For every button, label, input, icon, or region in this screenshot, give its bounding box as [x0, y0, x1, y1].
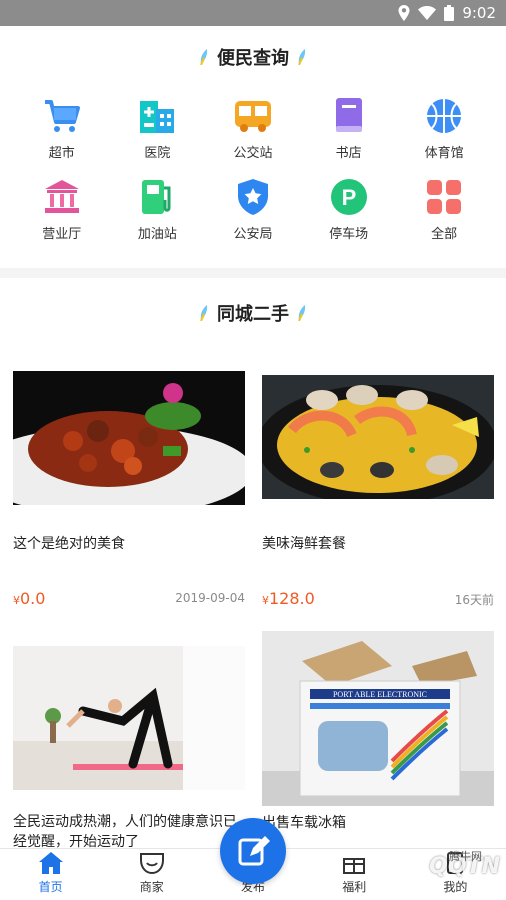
- convenience-title-text: 便民查询: [217, 48, 289, 69]
- parking-icon: P: [329, 177, 369, 217]
- product-card[interactable]: 这个是绝对的美食 ¥0.0 2019-09-04: [13, 371, 245, 608]
- home-icon: [38, 852, 63, 874]
- secondhand-title: 同城二手: [0, 300, 506, 326]
- tab-merchant[interactable]: 商家: [101, 849, 202, 900]
- price-value: 0.0: [20, 589, 46, 608]
- price-value: 128.0: [269, 589, 315, 608]
- product-price: ¥128.0: [262, 589, 315, 608]
- shop-icon: [139, 853, 164, 875]
- bank-icon: [42, 177, 82, 217]
- grid-icon: [424, 177, 464, 217]
- product-card[interactable]: 全民运动成热潮，人们的健康意识已经觉醒，开始运动了: [13, 646, 245, 848]
- basketball-icon: [424, 96, 464, 136]
- grid-item-label: 体育馆: [424, 146, 464, 161]
- book-icon: [329, 96, 369, 136]
- grid-item-label: 公交站: [233, 146, 273, 161]
- grid-item-bus-stop[interactable]: 公交站: [205, 96, 301, 161]
- tab-welfare[interactable]: 福利: [304, 849, 405, 900]
- product-price: ¥0.0: [13, 589, 45, 608]
- grid-item-police[interactable]: 公安局: [205, 177, 301, 242]
- product-image-spicy-chicken: [13, 371, 245, 505]
- tab-label: 首页: [38, 880, 63, 894]
- grid-item-label: 超市: [48, 146, 75, 161]
- status-bar: 9:02: [0, 0, 506, 26]
- tab-home[interactable]: 首页: [0, 849, 101, 900]
- grid-item-hospital[interactable]: 医院: [110, 96, 206, 161]
- product-card[interactable]: 美味海鲜套餐 ¥128.0 16天前: [262, 375, 494, 608]
- convenience-section: 便民查询 超市 医院 公交站 书店 体育馆 营业厅 加油站 公安局 P 停车场 …: [0, 26, 506, 268]
- grid-item-business-hall[interactable]: 营业厅: [14, 177, 110, 242]
- grid-item-gas-station[interactable]: 加油站: [110, 177, 206, 242]
- grid-item-label: 加油站: [137, 227, 177, 242]
- hospital-icon: [137, 96, 177, 136]
- battery-icon: [444, 5, 455, 21]
- feather-icon: [298, 305, 306, 321]
- grid-item-label: 书店: [335, 146, 362, 161]
- grid-item-supermarket[interactable]: 超市: [14, 96, 110, 161]
- watermark-logo: 腾牛网 QQTN: [429, 850, 500, 879]
- secondhand-title-text: 同城二手: [217, 304, 289, 325]
- product-title: 美味海鲜套餐: [262, 536, 346, 552]
- grid-item-gym[interactable]: 体育馆: [396, 96, 492, 161]
- tab-label: 福利: [342, 880, 367, 894]
- grid-item-all[interactable]: 全部: [396, 177, 492, 242]
- product-title: 这个是绝对的美食: [13, 536, 125, 552]
- product-image-car-fridge: PORT ABLE ELECTRONIC: [262, 631, 494, 806]
- price-currency: ¥: [13, 594, 20, 607]
- bus-icon: [233, 96, 273, 136]
- grid-item-label: 全部: [431, 227, 458, 242]
- product-title: 出售车载冰箱: [262, 815, 346, 831]
- box-text: PORT ABLE ELECTRONIC: [333, 690, 427, 699]
- feather-icon: [298, 49, 306, 65]
- grid-item-bookstore[interactable]: 书店: [301, 96, 397, 161]
- product-date: 16天前: [454, 593, 494, 607]
- cart-icon: [42, 96, 82, 136]
- grid-item-label: 医院: [144, 146, 171, 161]
- grid-item-label: 停车场: [329, 227, 369, 242]
- publish-fab-button[interactable]: [220, 818, 286, 884]
- product-card[interactable]: PORT ABLE ELECTRONIC 出售车载冰箱: [262, 631, 494, 831]
- wifi-icon: [418, 6, 437, 20]
- police-badge-icon: [233, 177, 273, 217]
- product-date: 2019-09-04: [175, 591, 245, 605]
- gas-station-icon: [137, 177, 177, 217]
- grid-item-parking[interactable]: P 停车场: [301, 177, 397, 242]
- feather-icon: [200, 49, 208, 65]
- secondhand-section: 同城二手 这个是绝对的美食 ¥0.0 2019-09-04 美味海鲜套餐 ¥12…: [0, 278, 506, 848]
- watermark-sub: 腾牛网: [449, 850, 482, 863]
- grid-item-label: 公安局: [233, 227, 273, 242]
- product-image-exercise: [13, 646, 245, 790]
- edit-icon: [238, 836, 270, 866]
- svg-text:P: P: [341, 185, 356, 210]
- convenience-grid: 超市 医院 公交站 书店 体育馆 营业厅 加油站 公安局 P 停车场 全部: [14, 96, 492, 242]
- product-image-seafood: [262, 375, 494, 499]
- gift-icon: [343, 858, 366, 874]
- product-title: 全民运动成热潮，人们的健康意识已经觉醒，开始运动了: [13, 814, 237, 848]
- feather-icon: [200, 305, 208, 321]
- location-icon: [398, 5, 410, 21]
- status-time: 9:02: [462, 4, 496, 22]
- price-currency: ¥: [262, 594, 269, 607]
- grid-item-label: 营业厅: [42, 227, 82, 242]
- tab-label: 商家: [139, 880, 164, 894]
- convenience-title: 便民查询: [0, 44, 506, 70]
- tab-label: 我的: [443, 880, 468, 894]
